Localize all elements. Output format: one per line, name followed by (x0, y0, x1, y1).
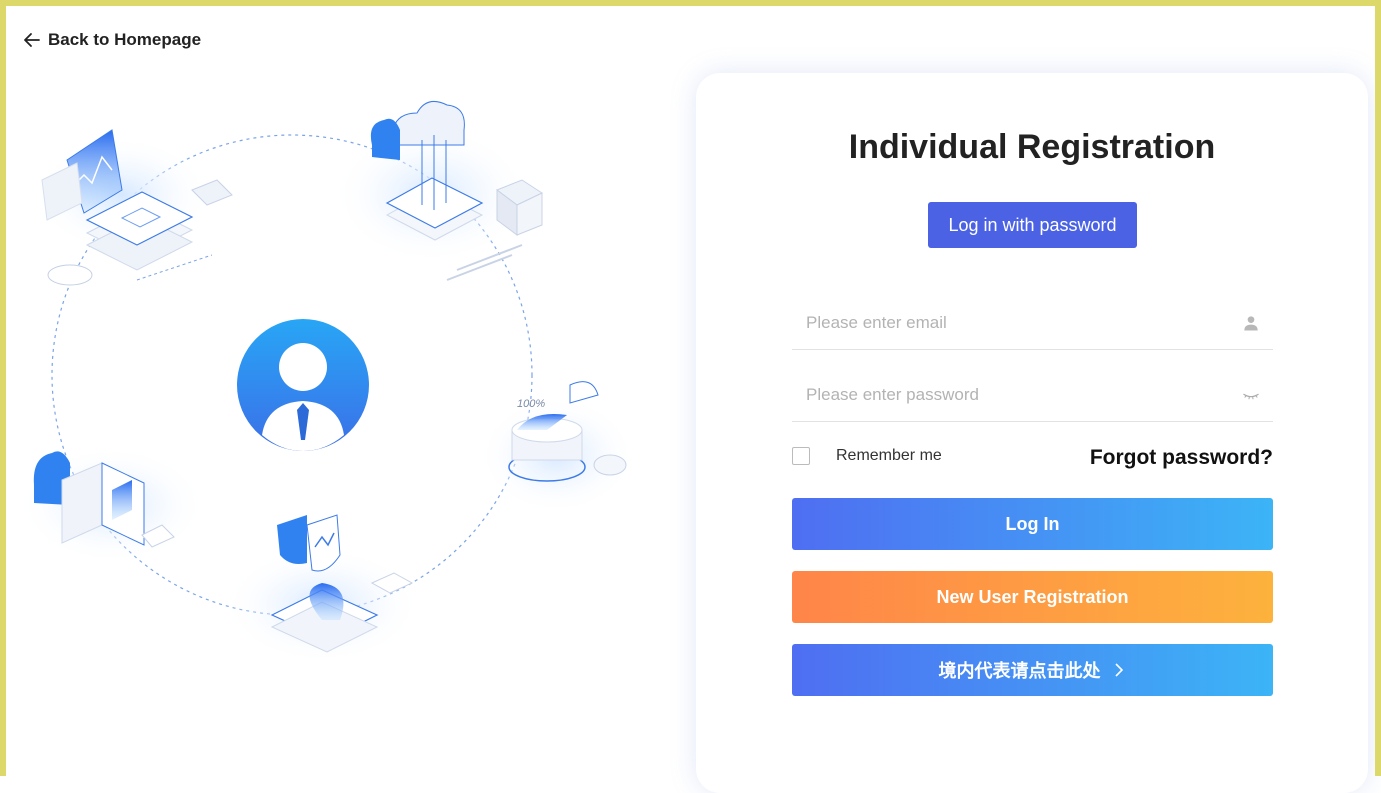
login-card: Individual Registration Log in with pass… (696, 73, 1368, 793)
domestic-representative-button[interactable]: 境内代表请点击此处 (792, 644, 1273, 696)
video-camera-icon (22, 445, 207, 565)
remember-me-label: Remember me (836, 447, 942, 465)
remember-me[interactable]: Remember me (792, 447, 942, 465)
forgot-password-link[interactable]: Forgot password? (1090, 446, 1273, 470)
network-illustration: 100% (22, 85, 662, 725)
percent-label: 100% (517, 398, 545, 410)
database-pie-icon: 100% (477, 382, 637, 515)
back-to-homepage-label: Back to Homepage (48, 30, 201, 50)
email-field-row (792, 297, 1273, 350)
shield-check-icon (222, 515, 422, 665)
domestic-button-label: 境内代表请点击此处 (939, 657, 1101, 683)
user-icon (1239, 311, 1263, 335)
eye-closed-icon[interactable] (1239, 383, 1263, 407)
chevron-right-icon (1111, 662, 1127, 678)
arrow-left-icon (22, 30, 42, 50)
remember-me-checkbox[interactable] (792, 447, 810, 465)
new-user-registration-button[interactable]: New User Registration (792, 571, 1273, 623)
back-to-homepage-link[interactable]: Back to Homepage (22, 30, 201, 50)
login-with-password-tab[interactable]: Log in with password (928, 202, 1137, 248)
login-button[interactable]: Log In (792, 498, 1273, 550)
email-input[interactable] (792, 297, 1239, 349)
password-input[interactable] (792, 369, 1239, 421)
cloud-server-icon (332, 101, 542, 280)
password-field-row (792, 369, 1273, 422)
laptop-chart-icon (32, 130, 232, 285)
registration-button-label: New User Registration (936, 587, 1128, 608)
page-title: Individual Registration (696, 128, 1368, 167)
user-avatar-icon (237, 319, 369, 451)
login-button-label: Log In (1006, 514, 1060, 535)
